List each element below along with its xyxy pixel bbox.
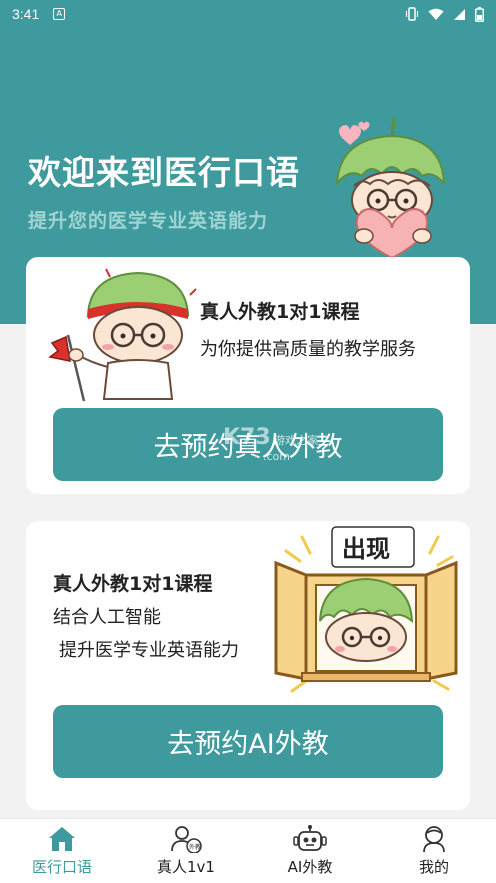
mascot-cheer-illustration: 加油	[48, 268, 197, 402]
ai-tutor-card: 真人外教1对1课程 结合人工智能 提升医学专业英语能力 出现 去预约AI外教	[26, 521, 470, 810]
status-icons	[405, 6, 484, 22]
tutor-icon-badge: 外教	[189, 843, 201, 851]
robot-icon	[293, 825, 327, 851]
page-subtitle: 提升您的医学专业英语能力	[28, 210, 269, 232]
sticker-text: 出现	[342, 535, 390, 563]
book-ai-tutor-button[interactable]: 去预约AI外教	[53, 705, 443, 778]
tab-profile-label: 我的	[418, 858, 449, 876]
status-time: 3:41	[12, 6, 40, 22]
ai-tutor-desc-2: 提升医学专业英语能力	[59, 640, 239, 661]
tutor-icon: 外教	[171, 826, 202, 853]
status-bar: 3:41 A	[0, 0, 496, 28]
tab-ai-tutor-label: AI外教	[287, 858, 333, 876]
tab-human-tutor-label: 真人1v1	[157, 858, 215, 876]
mascot-heart-illustration	[335, 117, 446, 260]
tab-ai-tutor[interactable]: AI外教	[248, 819, 372, 883]
tab-profile[interactable]: 我的	[372, 819, 496, 883]
vibrate-icon	[405, 7, 419, 21]
tab-home-label: 医行口语	[31, 858, 92, 876]
human-tutor-title: 真人外教1对1课程	[200, 301, 360, 323]
tab-home[interactable]: 医行口语	[0, 819, 124, 883]
signal-icon	[454, 8, 465, 20]
a-notification-icon: A	[53, 8, 66, 20]
human-tutor-desc: 为你提供高质量的教学服务	[200, 339, 416, 360]
profile-icon	[423, 826, 445, 853]
ai-tutor-desc-1: 结合人工智能	[53, 607, 161, 628]
battery-icon	[475, 6, 484, 22]
page-title: 欢迎来到医行口语	[28, 153, 300, 192]
ai-tutor-title: 真人外教1对1课程	[53, 573, 213, 595]
tab-human-tutor[interactable]: 外教 真人1v1	[124, 819, 248, 883]
bottom-tab-bar: 医行口语 外教 真人1v1 AI外教 我的	[0, 818, 496, 883]
human-tutor-card: 加油 真人外教1对1课程 为你提供高质量的教学服务 去预约真人外教	[26, 257, 470, 494]
wifi-icon	[428, 8, 444, 20]
book-human-tutor-button[interactable]: 去预约真人外教	[53, 408, 443, 481]
mascot-window-illustration: 出现	[274, 526, 458, 693]
home-icon	[49, 827, 75, 851]
